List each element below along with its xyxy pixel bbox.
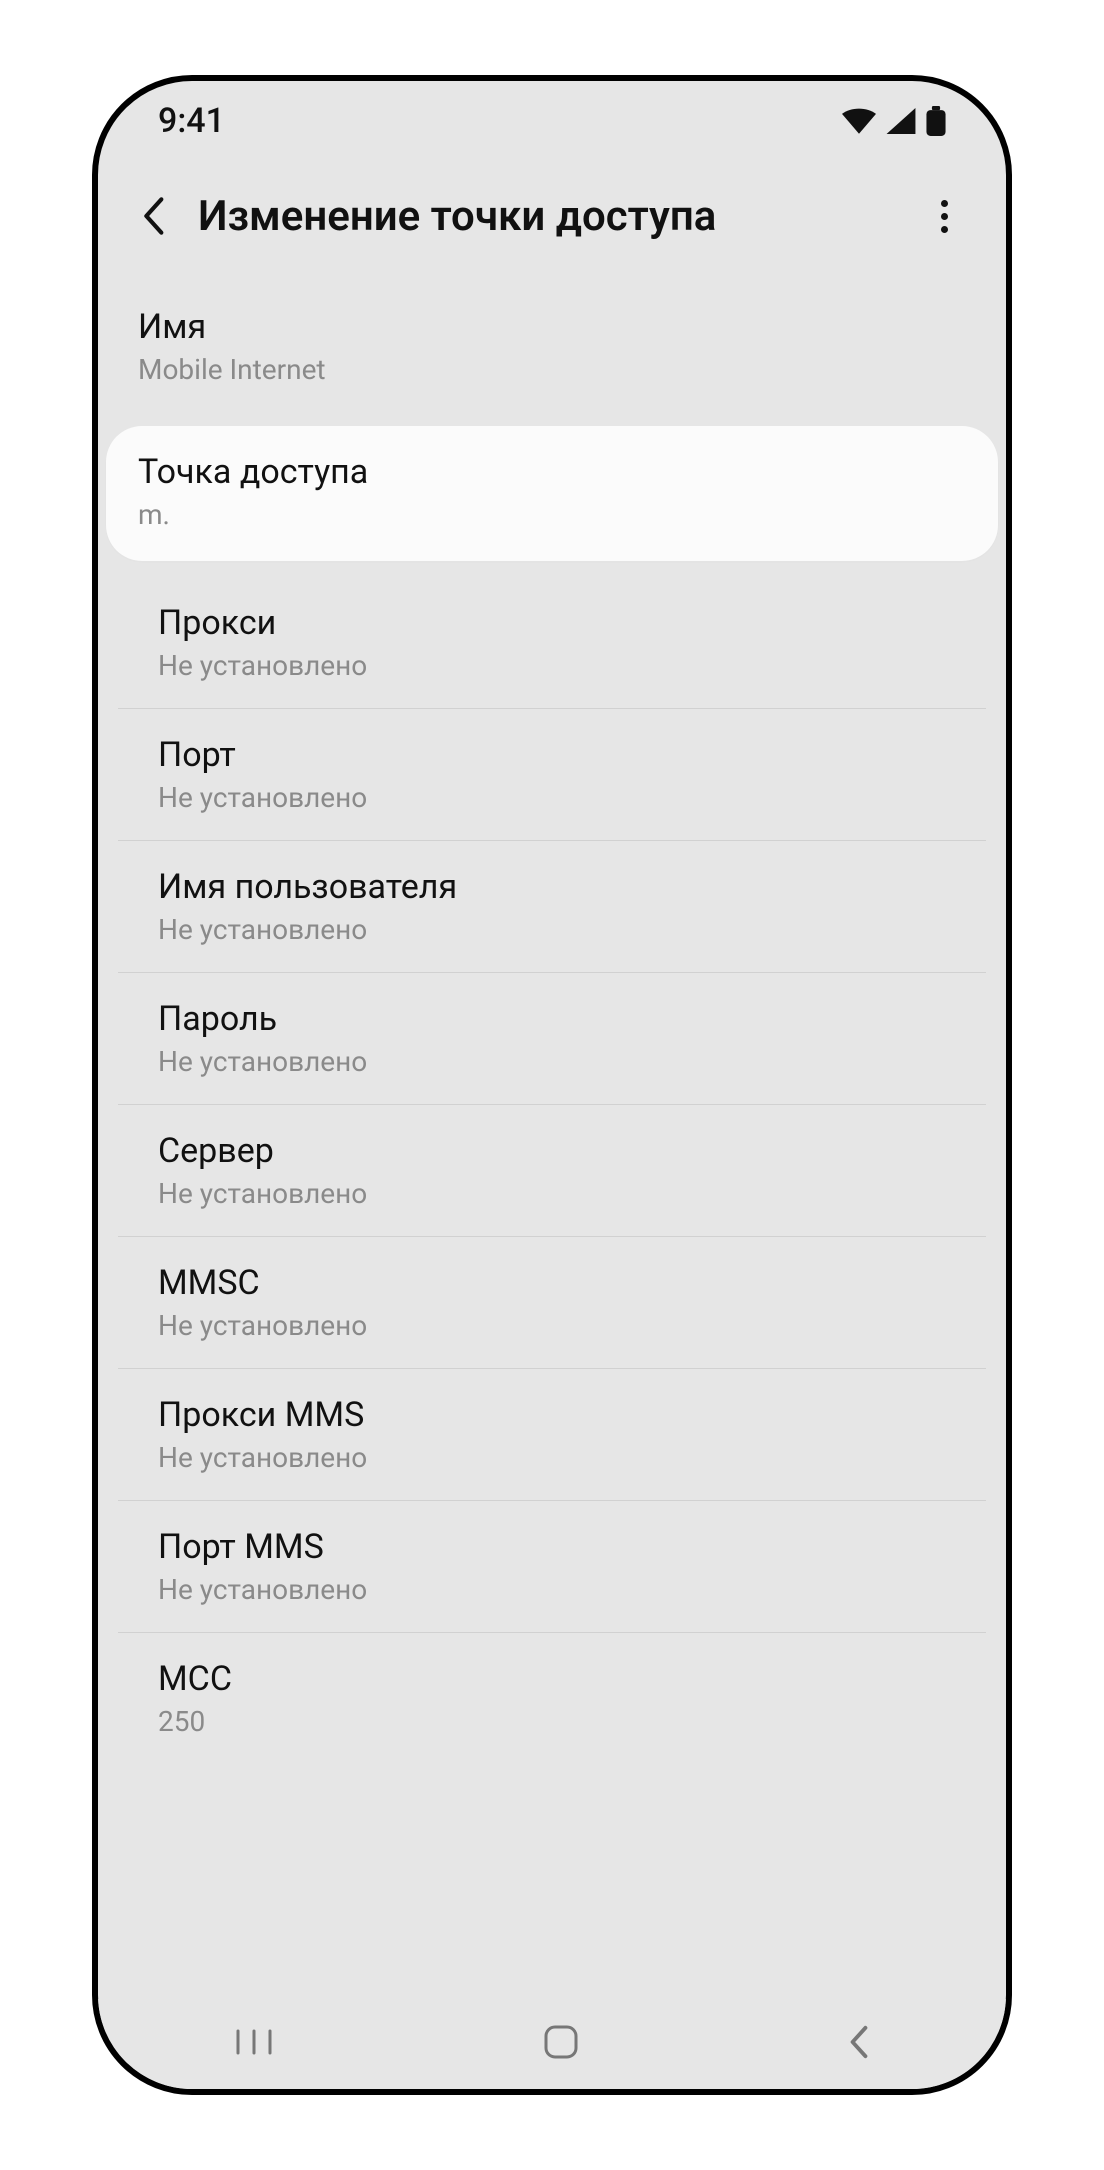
row-value: Не установлено (158, 1441, 946, 1474)
settings-list: Имя Mobile Internet Точка доступа m. Про… (98, 281, 1006, 1764)
signal-icon (886, 108, 916, 134)
row-proxy[interactable]: Прокси Не установлено (118, 577, 986, 709)
row-value: Не установлено (158, 781, 946, 814)
row-label: Точка доступа (138, 452, 966, 492)
battery-icon (926, 106, 946, 136)
status-bar: 9:41 (98, 81, 1006, 161)
android-nav-bar (98, 1999, 1006, 2089)
back-icon (846, 2024, 872, 2060)
row-mcc[interactable]: MCC 250 (118, 1633, 986, 1764)
row-password[interactable]: Пароль Не установлено (118, 973, 986, 1105)
row-mmsc[interactable]: MMSC Не установлено (118, 1237, 986, 1369)
row-label: MMSC (158, 1263, 946, 1303)
row-value: Не установлено (158, 649, 946, 682)
row-value: Не установлено (158, 1309, 946, 1342)
status-icons (842, 106, 946, 136)
row-username[interactable]: Имя пользователя Не установлено (118, 841, 986, 973)
chevron-left-icon (140, 196, 166, 236)
row-label: Прокси MMS (158, 1395, 946, 1435)
home-icon (543, 2024, 579, 2060)
row-label: Пароль (158, 999, 946, 1039)
row-value: Не установлено (158, 913, 946, 946)
row-label: Имя пользователя (158, 867, 946, 907)
row-label: Имя (138, 307, 966, 347)
row-port[interactable]: Порт Не установлено (118, 709, 986, 841)
stage: 9:41 Изменение точки доступа Имя Mobile … (0, 0, 1104, 2170)
status-time: 9:41 (158, 101, 225, 141)
row-label: MCC (158, 1659, 946, 1699)
row-label: Порт (158, 735, 946, 775)
row-apn[interactable]: Точка доступа m. (106, 426, 998, 561)
back-button[interactable] (128, 191, 178, 241)
row-label: Сервер (158, 1131, 946, 1171)
recents-icon (232, 2027, 276, 2057)
wifi-icon (842, 108, 876, 134)
row-name[interactable]: Имя Mobile Internet (98, 281, 1006, 426)
more-dots-icon (941, 200, 948, 207)
nav-home-button[interactable] (543, 2024, 579, 2064)
nav-back-button[interactable] (846, 2024, 872, 2064)
row-mms-port[interactable]: Порт MMS Не установлено (118, 1501, 986, 1633)
row-label: Порт MMS (158, 1527, 946, 1567)
row-value: Не установлено (158, 1045, 946, 1078)
row-value: Не установлено (158, 1177, 946, 1210)
row-label: Прокси (158, 603, 946, 643)
row-mms-proxy[interactable]: Прокси MMS Не установлено (118, 1369, 986, 1501)
row-server[interactable]: Сервер Не установлено (118, 1105, 986, 1237)
phone-frame: 9:41 Изменение точки доступа Имя Mobile … (92, 75, 1012, 2095)
row-value: Не установлено (158, 1573, 946, 1606)
title-bar: Изменение точки доступа (98, 161, 1006, 281)
row-value: Mobile Internet (138, 353, 966, 386)
row-value: 250 (158, 1705, 946, 1738)
row-value: m. (138, 498, 966, 531)
page-title: Изменение точки доступа (198, 192, 906, 241)
nav-recents-button[interactable] (232, 2027, 276, 2061)
more-button[interactable] (926, 191, 976, 241)
